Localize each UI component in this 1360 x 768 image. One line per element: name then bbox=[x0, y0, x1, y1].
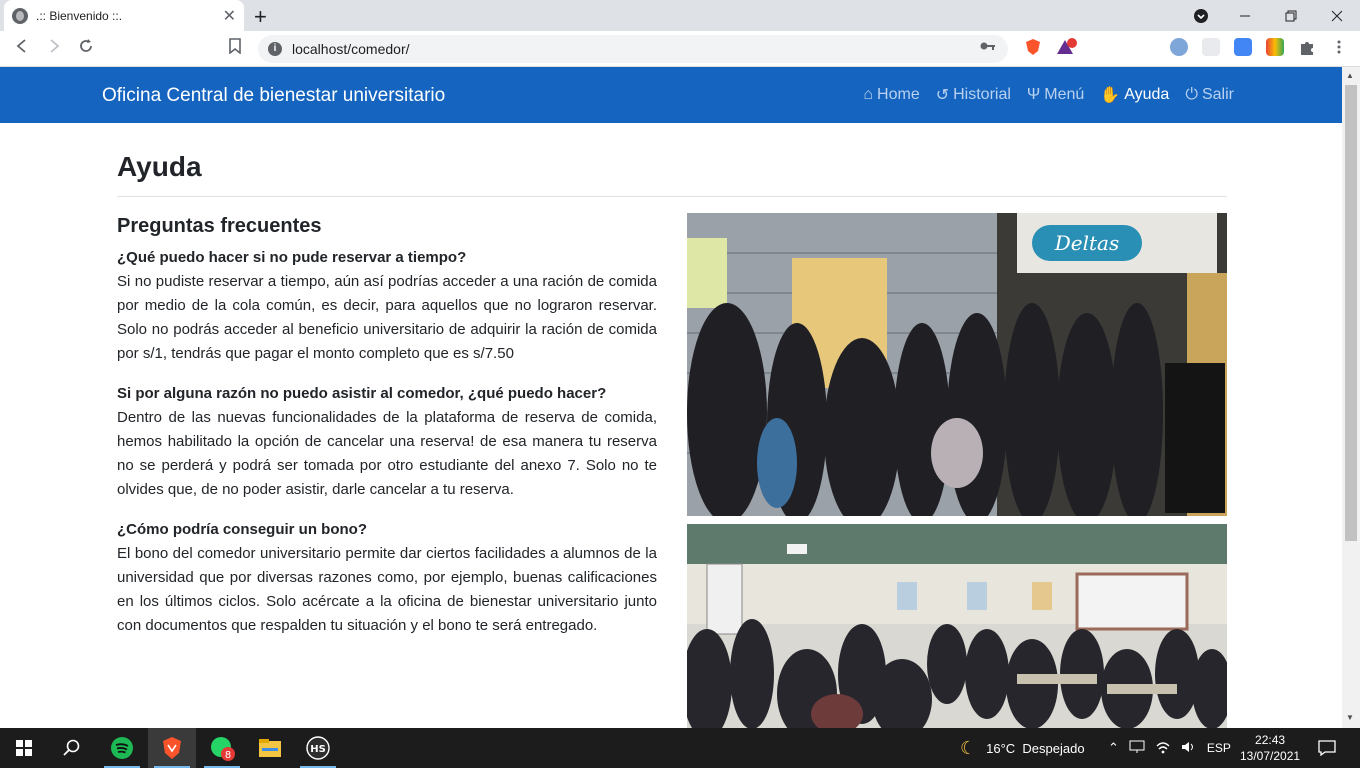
nav-historial-label: Historial bbox=[953, 86, 1011, 103]
brave-shields-icon[interactable] bbox=[1024, 38, 1042, 56]
volume-icon[interactable] bbox=[1181, 740, 1197, 757]
forward-icon[interactable] bbox=[46, 38, 62, 59]
clock-date: 13/07/2021 bbox=[1240, 749, 1301, 763]
hs-app-label: HS bbox=[310, 744, 326, 755]
tab-search-icon[interactable] bbox=[1178, 0, 1224, 31]
site-brand[interactable]: Oficina Central de bienestar universitar… bbox=[102, 85, 445, 107]
brave-rewards-icon[interactable] bbox=[1056, 38, 1077, 56]
nav-salir[interactable]: ⏻ Salir bbox=[1185, 85, 1234, 105]
translate-icon[interactable] bbox=[1234, 38, 1252, 56]
bookmark-icon[interactable] bbox=[228, 38, 242, 59]
faq-question: ¿Cómo podría conseguir un bono? bbox=[117, 521, 367, 538]
photo-sign-text: Deltas bbox=[1054, 231, 1120, 255]
new-tab-button[interactable]: + bbox=[254, 4, 267, 30]
browser-toolbar: i localhost/comedor/ bbox=[0, 31, 1360, 67]
moon-icon: ☾ bbox=[960, 737, 977, 758]
clock-time: 22:43 bbox=[1255, 733, 1286, 747]
whatsapp-badge: 8 bbox=[225, 750, 231, 761]
nav-salir-label: Salir bbox=[1201, 86, 1234, 103]
photo-cafeteria-entrance: Deltas bbox=[687, 213, 1227, 516]
extension-2-icon[interactable] bbox=[1202, 38, 1220, 56]
globe-icon bbox=[12, 7, 28, 24]
close-tab-icon[interactable]: ✕ bbox=[223, 6, 236, 26]
show-hidden-icons-icon[interactable]: ⌃ bbox=[1108, 740, 1119, 756]
file-explorer-icon[interactable] bbox=[246, 728, 294, 768]
browser-tab[interactable]: .:: Bienvenido ::. ✕ bbox=[4, 0, 244, 31]
url-text: localhost/comedor/ bbox=[292, 41, 410, 57]
address-bar[interactable]: i localhost/comedor/ bbox=[258, 35, 1008, 63]
network-icon[interactable] bbox=[1129, 740, 1145, 757]
nav-menu[interactable]: Ψ Menú bbox=[1027, 85, 1084, 105]
page-scrollbar[interactable]: ▲ ▼ bbox=[1342, 67, 1360, 728]
extension-3-icon[interactable] bbox=[1266, 38, 1284, 56]
history-icon: ↺ bbox=[935, 87, 950, 104]
brave-browser-icon[interactable] bbox=[148, 728, 196, 768]
notifications-icon[interactable] bbox=[1318, 728, 1336, 768]
faq-answer: Dentro de las nuevas funcionalidades de … bbox=[117, 409, 657, 498]
nav-links: ⌂ Home ↺ Historial Ψ Menú ✋ Ayuda ⏻ Sali… bbox=[863, 85, 1234, 105]
faq-section: Preguntas frecuentes ¿Qué puedo hacer si… bbox=[117, 215, 657, 654]
nav-ayuda[interactable]: ✋ Ayuda bbox=[1100, 85, 1169, 105]
wifi-icon[interactable] bbox=[1155, 740, 1171, 757]
faq-answer: El bono del comedor universitario permit… bbox=[117, 545, 657, 634]
close-window-icon[interactable] bbox=[1314, 0, 1360, 31]
restore-icon[interactable] bbox=[1268, 0, 1314, 31]
search-icon[interactable] bbox=[48, 728, 96, 768]
page-title: Ayuda bbox=[117, 151, 202, 182]
key-icon[interactable] bbox=[980, 40, 996, 55]
extension-1-icon[interactable] bbox=[1170, 38, 1188, 56]
faq-answer: Si no pudiste reservar a tiempo, aún así… bbox=[117, 273, 657, 362]
site-navbar: Oficina Central de bienestar universitar… bbox=[0, 67, 1342, 123]
faq-question: ¿Qué puedo hacer si no pude reservar a t… bbox=[117, 249, 467, 266]
home-icon: ⌂ bbox=[863, 86, 874, 103]
extensions-puzzle-icon[interactable] bbox=[1298, 38, 1316, 56]
system-tray-icons: ⌃ ESP bbox=[1108, 728, 1231, 768]
hs-app-icon[interactable]: HS bbox=[294, 728, 342, 768]
faq-heading: Preguntas frecuentes bbox=[117, 215, 322, 237]
scrollbar-thumb[interactable] bbox=[1345, 85, 1357, 541]
scroll-up-icon[interactable]: ▲ bbox=[1346, 71, 1354, 80]
reload-icon[interactable] bbox=[78, 38, 94, 59]
photo-cafeteria-interior bbox=[687, 524, 1227, 728]
nav-home-label: Home bbox=[877, 86, 920, 103]
nav-ayuda-label: Ayuda bbox=[1124, 86, 1170, 103]
minimize-icon[interactable] bbox=[1222, 0, 1268, 31]
browser-tabstrip: .:: Bienvenido ::. ✕ + bbox=[0, 0, 1360, 31]
nav-historial[interactable]: ↺ Historial bbox=[936, 85, 1011, 105]
power-icon: ⏻ bbox=[1185, 86, 1198, 103]
nav-home[interactable]: ⌂ Home bbox=[863, 85, 919, 105]
title-divider bbox=[117, 196, 1227, 197]
spotify-icon[interactable] bbox=[98, 728, 146, 768]
nav-menu-label: Menú bbox=[1044, 86, 1085, 103]
tab-title: .:: Bienvenido ::. bbox=[36, 8, 123, 23]
windows-start-icon[interactable] bbox=[0, 728, 48, 768]
windows-taskbar: 8 HS ☾ 16°C Despejado ⌃ ESP 22:43 13/07/… bbox=[0, 728, 1360, 768]
utensils-icon: Ψ bbox=[1026, 86, 1041, 103]
faq-question: Si por alguna razón no puedo asistir al … bbox=[117, 385, 607, 402]
weather-widget[interactable]: ☾ 16°C Despejado bbox=[960, 728, 1085, 768]
menu-icon[interactable] bbox=[1330, 38, 1348, 56]
site-info-icon[interactable]: i bbox=[268, 42, 282, 56]
clock[interactable]: 22:43 13/07/2021 bbox=[1240, 728, 1300, 768]
weather-text: 16°C Despejado bbox=[986, 740, 1085, 756]
language-indicator[interactable]: ESP bbox=[1207, 741, 1231, 755]
hands-helping-icon: ✋ bbox=[1100, 87, 1121, 104]
whatsapp-icon[interactable]: 8 bbox=[198, 728, 246, 768]
back-icon[interactable] bbox=[14, 38, 30, 59]
scroll-down-icon[interactable]: ▼ bbox=[1346, 713, 1354, 722]
